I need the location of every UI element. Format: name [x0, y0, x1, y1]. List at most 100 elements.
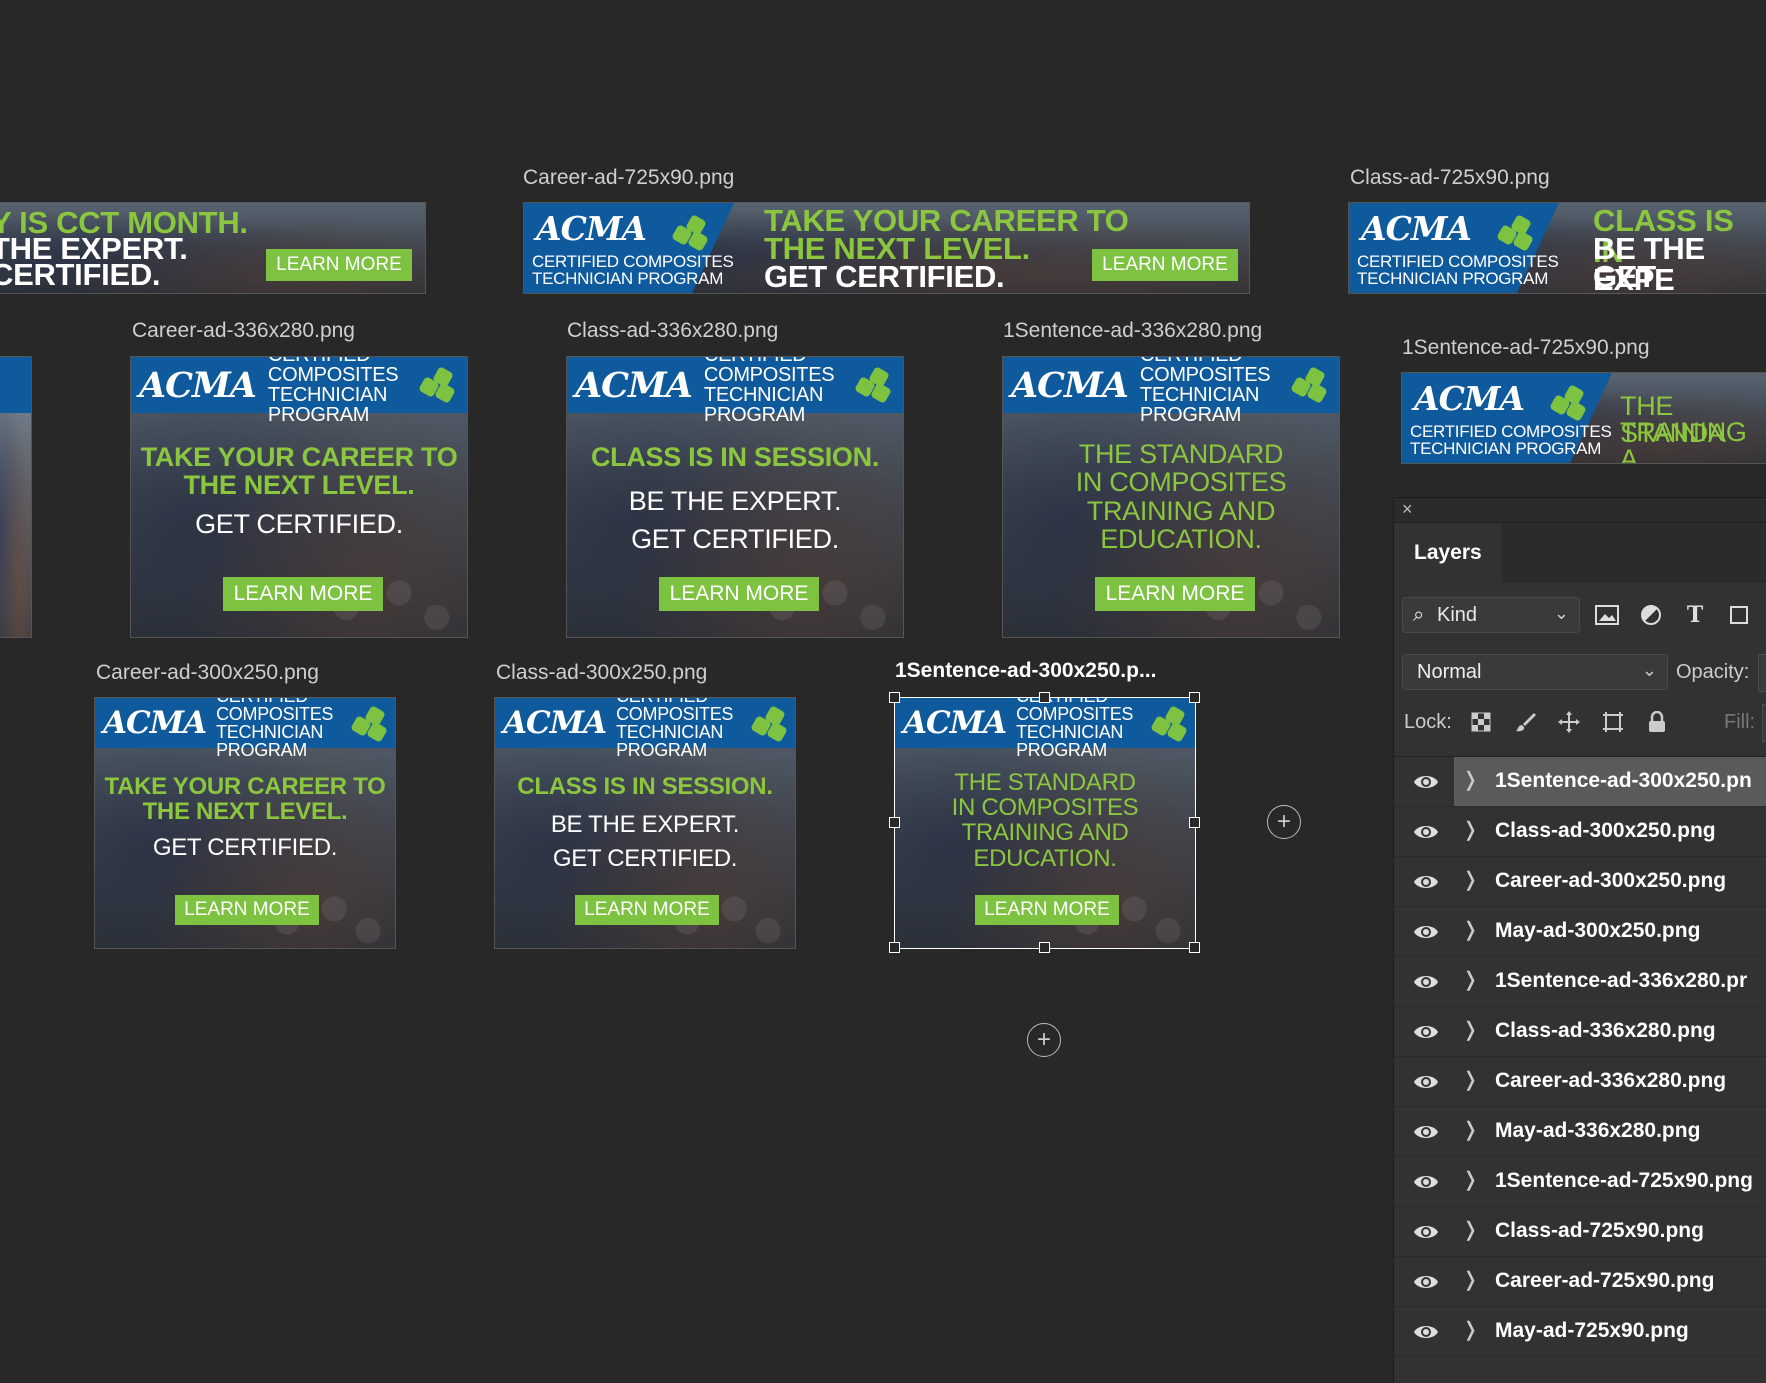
- career-ad-300-artboard[interactable]: ACMA CERTIFIED COMPOSITES TECHNICIAN PRO…: [94, 697, 396, 949]
- resize-handle-nw[interactable]: [889, 692, 900, 703]
- chevron-right-icon[interactable]: ❭: [1462, 867, 1479, 892]
- resize-handle-n[interactable]: [1039, 692, 1050, 703]
- sentence-ad-725-artboard[interactable]: ACMA CERTIFIED COMPOSITES TECHNICIAN PRO…: [1401, 372, 1766, 464]
- eye-visibility-icon[interactable]: [1412, 1318, 1440, 1346]
- layer-row[interactable]: ❭ 1Sentence-ad-336x280.pr: [1394, 957, 1766, 1007]
- layer-name: Class-ad-300x250.png: [1495, 819, 1716, 842]
- eye-visibility-icon[interactable]: [1412, 968, 1440, 996]
- program-line-1: CERTIFIED COMPOSITES: [1357, 252, 1559, 271]
- artboard-label[interactable]: Career-ad-725x90.png: [523, 166, 734, 190]
- layer-row[interactable]: ❭ Career-ad-725x90.png: [1394, 1257, 1766, 1307]
- acma-logo: ACMA: [1011, 364, 1129, 406]
- lock-brush-icon[interactable]: [1512, 709, 1538, 735]
- adjustment-filter-icon[interactable]: [1638, 602, 1664, 628]
- layer-row[interactable]: ❭ Class-ad-725x90.png: [1394, 1207, 1766, 1257]
- may-ad-336-artboard[interactable]: [0, 356, 32, 638]
- artboard-label[interactable]: 1Sentence-ad-336x280.png: [1003, 319, 1262, 343]
- eye-visibility-icon[interactable]: [1412, 1118, 1440, 1146]
- hex-logo-icon: [750, 704, 793, 744]
- may-ad-725-artboard[interactable]: Y IS CCT MONTH. THE EXPERT. CERTIFIED. L…: [0, 202, 426, 294]
- hex-logo-icon: [418, 365, 461, 405]
- layer-row[interactable]: ❭ 1Sentence-ad-300x250.pn: [1394, 757, 1766, 807]
- add-artboard-right-button[interactable]: +: [1267, 805, 1301, 839]
- artboard-label[interactable]: 1Sentence-ad-725x90.png: [1402, 336, 1650, 360]
- layer-row[interactable]: ❭ Class-ad-300x250.png: [1394, 807, 1766, 857]
- class-300-white-2: GET CERTIFIED.: [552, 844, 738, 872]
- layer-row[interactable]: ❭ May-ad-725x90.png: [1394, 1307, 1766, 1357]
- resize-handle-sw[interactable]: [889, 942, 900, 953]
- eye-visibility-icon[interactable]: [1412, 1218, 1440, 1246]
- fill-input[interactable]: [1762, 704, 1766, 742]
- layer-row[interactable]: ❭ May-ad-336x280.png: [1394, 1107, 1766, 1157]
- career-300-learn-more-button: LEARN MORE: [175, 895, 319, 925]
- class-ad-300-artboard[interactable]: ACMA CERTIFIED COMPOSITES TECHNICIAN PRO…: [494, 697, 796, 949]
- resize-handle-ne[interactable]: [1189, 692, 1200, 703]
- lock-all-icon[interactable]: [1644, 709, 1670, 735]
- artboard-label[interactable]: Class-ad-300x250.png: [496, 661, 707, 685]
- sentence-ad-336-artboard[interactable]: ACMA CERTIFIED COMPOSITES TECHNICIAN PRO…: [1002, 356, 1340, 638]
- artboard-label[interactable]: Class-ad-725x90.png: [1350, 166, 1550, 190]
- artboard-label-selected[interactable]: 1Sentence-ad-300x250.p...: [895, 659, 1156, 683]
- chevron-right-icon[interactable]: ❭: [1462, 1267, 1479, 1292]
- chevron-right-icon[interactable]: ❭: [1462, 1067, 1479, 1092]
- layer-row[interactable]: ❭ Career-ad-336x280.png: [1394, 1057, 1766, 1107]
- resize-handle-w[interactable]: [889, 817, 900, 828]
- eye-visibility-icon[interactable]: [1412, 868, 1440, 896]
- resize-handle-e[interactable]: [1189, 817, 1200, 828]
- chevron-right-icon[interactable]: ❭: [1462, 1167, 1479, 1192]
- career-ad-336-artboard[interactable]: ACMA CERTIFIED COMPOSITES TECHNICIAN PRO…: [130, 356, 468, 638]
- artboard-label[interactable]: Class-ad-336x280.png: [567, 319, 778, 343]
- artboard-label[interactable]: Career-ad-336x280.png: [132, 319, 355, 343]
- sentence-336-learn-more-button: LEARN MORE: [1095, 577, 1255, 611]
- shape-filter-icon[interactable]: [1726, 602, 1752, 628]
- eye-visibility-icon[interactable]: [1412, 918, 1440, 946]
- chevron-right-icon[interactable]: ❭: [1462, 1117, 1479, 1142]
- chevron-right-icon[interactable]: ❭: [1462, 1317, 1479, 1342]
- chevron-right-icon[interactable]: ❭: [1462, 817, 1479, 842]
- opacity-input[interactable]: [1758, 654, 1766, 692]
- tab-layers[interactable]: Layers: [1394, 523, 1502, 583]
- hex-logo-icon: [854, 365, 897, 405]
- layer-row[interactable]: ❭ 1Sentence-ad-725x90.png: [1394, 1157, 1766, 1207]
- acma-logo: ACMA: [503, 705, 607, 741]
- class-ad-336-artboard[interactable]: ACMA CERTIFIED COMPOSITES TECHNICIAN PRO…: [566, 356, 904, 638]
- chevron-right-icon[interactable]: ❭: [1462, 967, 1479, 992]
- lock-pixels-icon[interactable]: [1468, 709, 1494, 735]
- chevron-right-icon[interactable]: ❭: [1462, 917, 1479, 942]
- add-artboard-below-button[interactable]: +: [1027, 1023, 1061, 1057]
- fill-label: Fill:: [1724, 711, 1756, 733]
- chevron-right-icon[interactable]: ❭: [1462, 767, 1479, 792]
- sentence-336-green-1: THE STANDARD: [1078, 439, 1284, 469]
- eye-visibility-icon[interactable]: [1412, 818, 1440, 846]
- career-725-learn-more-button: LEARN MORE: [1092, 249, 1238, 281]
- layer-name: 1Sentence-ad-300x250.pn: [1495, 769, 1752, 792]
- lock-artboard-icon[interactable]: [1600, 709, 1626, 735]
- layer-row[interactable]: ❭ Career-ad-300x250.png: [1394, 857, 1766, 907]
- career-336-green-1: TAKE YOUR CAREER TO: [140, 442, 458, 472]
- blend-mode-select[interactable]: Normal ⌄: [1402, 654, 1668, 690]
- image-filter-icon[interactable]: [1594, 602, 1620, 628]
- sentence-336-green-2: IN COMPOSITES: [1075, 467, 1287, 498]
- program-line-2: TECHNICIAN PROGRAM: [1410, 439, 1602, 458]
- career-ad-725-artboard[interactable]: ACMA CERTIFIED COMPOSITES TECHNICIAN PRO…: [523, 202, 1250, 294]
- class-ad-725-artboard[interactable]: ACMA CERTIFIED COMPOSITES TECHNICIAN PRO…: [1348, 202, 1766, 294]
- artboard-label[interactable]: Career-ad-300x250.png: [96, 661, 319, 685]
- resize-handle-s[interactable]: [1039, 942, 1050, 953]
- kind-filter-select[interactable]: ⌕ Kind ⌄: [1402, 597, 1580, 633]
- lock-move-icon[interactable]: [1556, 709, 1582, 735]
- layer-name: May-ad-300x250.png: [1495, 919, 1701, 942]
- close-panel-icon[interactable]: ×: [1402, 499, 1413, 520]
- layer-row[interactable]: ❭ May-ad-300x250.png: [1394, 907, 1766, 957]
- eye-visibility-icon[interactable]: [1412, 1068, 1440, 1096]
- chevron-right-icon[interactable]: ❭: [1462, 1217, 1479, 1242]
- eye-visibility-icon[interactable]: [1412, 1268, 1440, 1296]
- layer-name: 1Sentence-ad-336x280.pr: [1495, 969, 1748, 992]
- eye-visibility-icon[interactable]: [1412, 768, 1440, 796]
- resize-handle-se[interactable]: [1189, 942, 1200, 953]
- chevron-right-icon[interactable]: ❭: [1462, 1017, 1479, 1042]
- type-filter-icon[interactable]: T: [1682, 602, 1708, 628]
- eye-visibility-icon[interactable]: [1412, 1168, 1440, 1196]
- hex-logo-icon: [1290, 365, 1333, 405]
- eye-visibility-icon[interactable]: [1412, 1018, 1440, 1046]
- layer-row[interactable]: ❭ Class-ad-336x280.png: [1394, 1007, 1766, 1057]
